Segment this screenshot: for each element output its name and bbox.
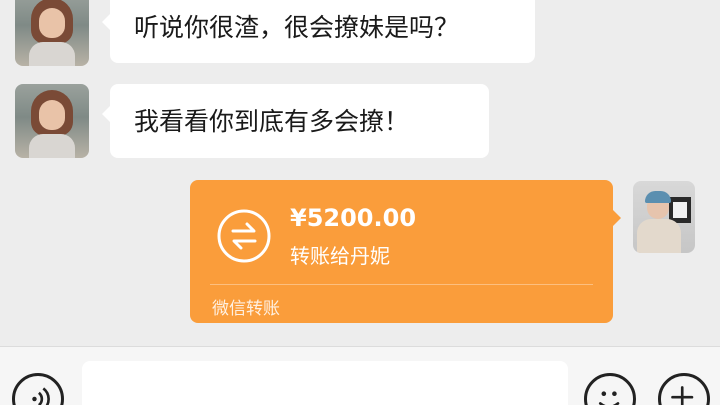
transfer-recipient: 转账给丹妮 bbox=[290, 244, 390, 268]
transfer-footer: 微信转账 bbox=[212, 299, 280, 319]
message-text: 我看看你到底有多会撩！ bbox=[134, 106, 410, 136]
message-bubble[interactable]: 我看看你到底有多会撩！ bbox=[102, 84, 489, 158]
message-text: 听说你很渣，很会撩妹是吗？ bbox=[134, 13, 460, 42]
emoji-icon[interactable] bbox=[584, 373, 636, 405]
divider bbox=[210, 284, 593, 285]
avatar-self[interactable] bbox=[633, 181, 695, 253]
message-bubble[interactable]: 听说你很渣，很会撩妹是吗？ bbox=[102, 0, 535, 63]
avatar-other[interactable] bbox=[15, 0, 89, 66]
input-bar bbox=[0, 346, 720, 405]
plus-icon[interactable] bbox=[658, 373, 710, 405]
transfer-arrows-icon bbox=[217, 209, 271, 263]
avatar-other[interactable] bbox=[15, 84, 89, 158]
transfer-card[interactable]: ¥5200.00 转账给丹妮 微信转账 bbox=[190, 180, 621, 323]
transfer-amount: ¥5200.00 bbox=[290, 204, 417, 232]
voice-icon[interactable] bbox=[12, 373, 64, 405]
message-input[interactable] bbox=[82, 361, 568, 405]
